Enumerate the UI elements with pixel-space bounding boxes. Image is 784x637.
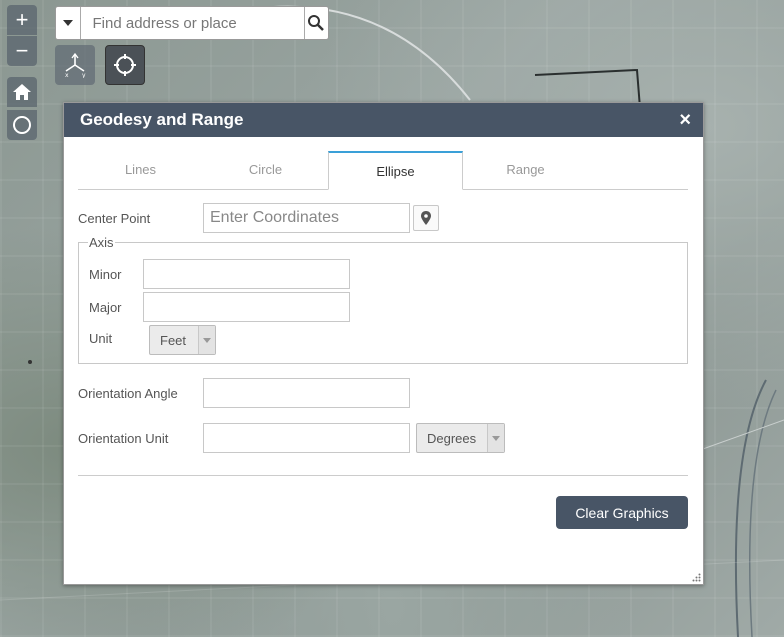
panel-header: Geodesy and Range × <box>64 103 703 137</box>
resize-handle-icon[interactable] <box>692 573 701 582</box>
map-pin-icon <box>421 211 431 225</box>
search-input[interactable] <box>80 7 304 39</box>
minor-axis-input[interactable] <box>143 259 350 289</box>
axis-unit-select[interactable]: Feet <box>149 325 216 355</box>
axis-legend: Axis <box>88 235 115 250</box>
center-point-label: Center Point <box>78 211 151 226</box>
search-source-dropdown[interactable] <box>56 7 81 39</box>
tab-circle[interactable]: Circle <box>203 151 328 188</box>
search-bar <box>55 6 329 40</box>
zoom-in-button[interactable]: + <box>7 5 37 35</box>
home-button[interactable] <box>7 77 37 107</box>
xyz-axis-icon: x y <box>65 52 86 78</box>
chevron-down-icon <box>198 326 215 354</box>
tab-range[interactable]: Range <box>463 151 588 188</box>
axis-fieldset: Axis Minor Major Unit Feet <box>78 235 688 364</box>
chevron-down-icon <box>487 424 504 452</box>
geodesy-widget-button[interactable]: x y <box>55 45 95 85</box>
center-point-input[interactable] <box>203 203 410 233</box>
close-icon[interactable]: × <box>679 110 691 130</box>
plus-icon: + <box>15 7 29 32</box>
major-axis-input[interactable] <box>143 292 350 322</box>
crosshair-icon <box>114 54 136 76</box>
map-pin-button[interactable] <box>413 205 439 231</box>
svg-text:y: y <box>82 72 86 78</box>
orientation-unit-select[interactable]: Degrees <box>416 423 505 453</box>
tab-ellipse[interactable]: Ellipse <box>328 151 463 190</box>
panel-title: Geodesy and Range <box>80 110 244 129</box>
orientation-unit-label: Orientation Unit <box>78 431 169 446</box>
axis-unit-value: Feet <box>160 332 187 348</box>
home-icon <box>13 84 31 100</box>
tab-lines[interactable]: Lines <box>78 151 203 188</box>
divider <box>78 475 688 476</box>
caret-down-icon <box>62 20 73 26</box>
coordinate-widget-button[interactable] <box>105 45 145 85</box>
minus-icon: − <box>15 38 29 63</box>
major-label: Major <box>89 300 122 315</box>
orientation-unit-input[interactable] <box>203 423 410 453</box>
unit-label: Unit <box>89 331 113 346</box>
search-icon <box>308 15 325 31</box>
search-button[interactable] <box>303 7 329 39</box>
minor-label: Minor <box>89 267 122 282</box>
locate-button[interactable] <box>7 110 37 140</box>
zoom-out-button[interactable]: − <box>7 36 37 66</box>
locate-icon <box>13 116 31 134</box>
clear-graphics-button[interactable]: Clear Graphics <box>556 496 688 529</box>
orientation-angle-label: Orientation Angle <box>78 386 178 401</box>
orientation-angle-input[interactable] <box>203 378 410 408</box>
svg-text:x: x <box>65 72 69 78</box>
geodesy-range-panel: Geodesy and Range × Lines Circle Ellipse… <box>63 102 704 585</box>
tab-bar: Lines Circle Ellipse Range <box>78 151 688 190</box>
orientation-unit-value: Degrees <box>427 430 477 446</box>
